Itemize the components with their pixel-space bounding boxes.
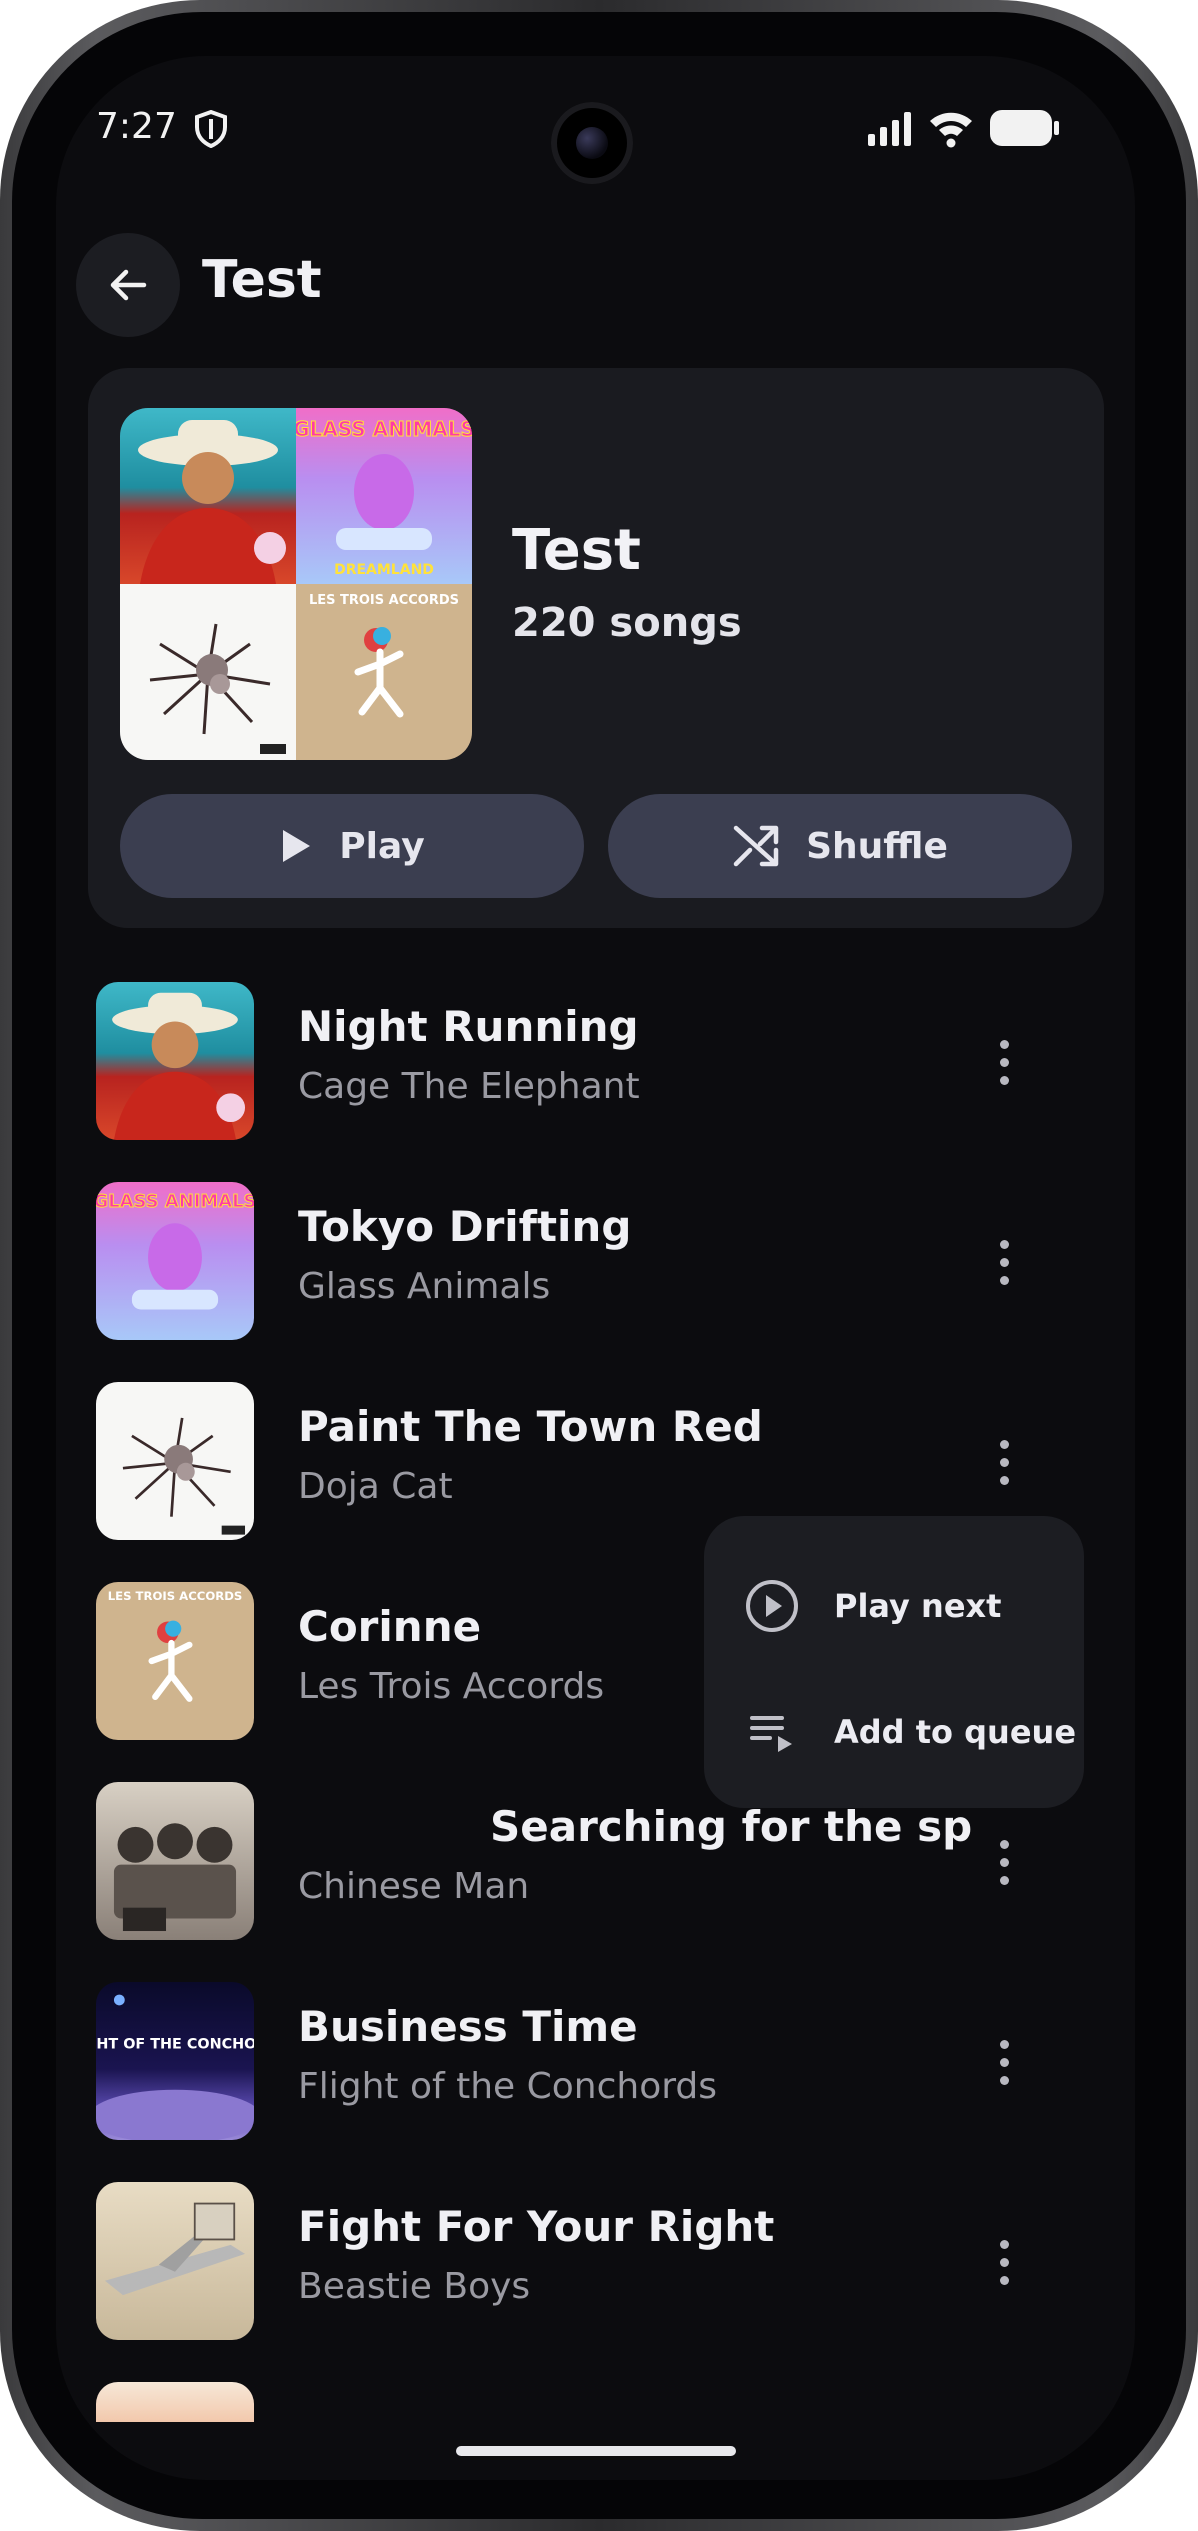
app-screen: 7:27 Test GLASS ANIMALS DREAMLAND LES TR…: [56, 56, 1135, 2480]
album-art: [96, 2182, 254, 2340]
song-row[interactable]: [56, 2382, 1135, 2422]
more-options-button[interactable]: [976, 1032, 1032, 1092]
phone-frame: 7:27 Test GLASS ANIMALS DREAMLAND LES TR…: [0, 0, 1198, 2531]
song-artist: Chinese Man: [298, 1866, 530, 1907]
cover-quadrant-2: GLASS ANIMALS DREAMLAND: [293, 408, 472, 584]
song-title: Searching for the spa: [490, 1802, 972, 1851]
svg-text:LES TROIS ACCORDS: LES TROIS ACCORDS: [309, 593, 459, 608]
play-icon: [283, 830, 311, 862]
svg-text:GLASS ANIMALS: GLASS ANIMALS: [296, 417, 472, 441]
shield-icon: [195, 110, 227, 148]
album-art-text: LES TROIS ACCORDS: [108, 1589, 243, 1603]
menu-item-label: Add to queue: [834, 1713, 1077, 1751]
song-row[interactable]: GLASS ANIMALS Tokyo Drifting Glass Anima…: [56, 1182, 1135, 1382]
song-title: Night Running: [298, 1002, 639, 1051]
volume-button: [1188, 690, 1198, 870]
more-options-button[interactable]: [976, 2232, 1032, 2292]
song-row[interactable]: Searching for the spa Chinese Man: [56, 1782, 1135, 1982]
song-artist: Cage The Elephant: [298, 1066, 640, 1107]
more-options-button[interactable]: [976, 2032, 1032, 2092]
album-art-text: GLASS ANIMALS: [96, 1191, 254, 1212]
album-art: GLASS ANIMALS: [96, 1182, 254, 1340]
play-circle-icon: [746, 1580, 798, 1632]
shuffle-button[interactable]: Shuffle: [608, 794, 1072, 898]
song-title: Paint The Town Red: [298, 1402, 763, 1451]
back-button[interactable]: [76, 233, 180, 337]
playlist-cover-collage: GLASS ANIMALS DREAMLAND LES TROIS ACCORD…: [120, 408, 472, 760]
song-title: Business Time: [298, 2002, 638, 2051]
album-art: [96, 1382, 254, 1540]
album-art: [96, 2382, 254, 2422]
power-button: [1188, 1000, 1198, 1290]
menu-item-label: Play next: [834, 1587, 1002, 1625]
playlist-header-card: GLASS ANIMALS DREAMLAND LES TROIS ACCORD…: [88, 368, 1104, 928]
signal-icon: [868, 112, 911, 146]
play-button-label: Play: [339, 825, 425, 867]
song-artist: Doja Cat: [298, 1466, 453, 1507]
song-title: Fight For Your Right: [298, 2202, 775, 2251]
song-artist: Beastie Boys: [298, 2266, 531, 2307]
song-artist: Glass Animals: [298, 1266, 551, 1307]
wifi-icon: [930, 112, 972, 148]
status-time: 7:27: [96, 106, 177, 147]
playlist-song-count: 220 songs: [512, 600, 742, 646]
shuffle-icon: [733, 825, 779, 867]
cover-quadrant-4: LES TROIS ACCORDS: [296, 584, 472, 760]
song-row[interactable]: Fight For Your Right Beastie Boys: [56, 2182, 1135, 2382]
song-artist: Flight of the Conchords: [298, 2066, 717, 2107]
arrow-left-icon: [110, 269, 147, 301]
album-art: FLIGHT OF THE CONCHORDS: [96, 1982, 254, 2140]
play-button[interactable]: Play: [120, 794, 584, 898]
song-title: Corinne: [298, 1602, 482, 1651]
album-art: [96, 982, 254, 1140]
queue-icon: [750, 1716, 792, 1752]
home-indicator[interactable]: [456, 2446, 736, 2456]
song-options-menu: Play next Add to queue: [704, 1516, 1084, 1808]
song-row[interactable]: Night Running Cage The Elephant: [56, 982, 1135, 1182]
svg-text:DREAMLAND: DREAMLAND: [334, 562, 434, 578]
album-art-text: FLIGHT OF THE CONCHORDS: [96, 2036, 254, 2052]
song-artist: Les Trois Accords: [298, 1666, 605, 1707]
menu-item-play-next[interactable]: Play next: [704, 1546, 1084, 1666]
menu-item-add-to-queue[interactable]: Add to queue: [704, 1672, 1084, 1792]
more-options-button[interactable]: [976, 1232, 1032, 1292]
shuffle-button-label: Shuffle: [806, 825, 948, 867]
song-title: Tokyo Drifting: [298, 1202, 632, 1251]
album-art: LES TROIS ACCORDS: [96, 1582, 254, 1740]
page-title: Test: [202, 250, 322, 310]
cover-quadrant-1: [120, 408, 296, 584]
playlist-title: Test: [512, 518, 641, 583]
more-options-button[interactable]: [976, 1832, 1032, 1892]
more-options-button[interactable]: [976, 1432, 1032, 1492]
front-camera: [551, 102, 633, 184]
album-art: [96, 1782, 254, 1940]
cover-quadrant-3: [120, 584, 296, 760]
battery-icon: [990, 110, 1059, 146]
song-row[interactable]: FLIGHT OF THE CONCHORDS Business Time Fl…: [56, 1982, 1135, 2182]
